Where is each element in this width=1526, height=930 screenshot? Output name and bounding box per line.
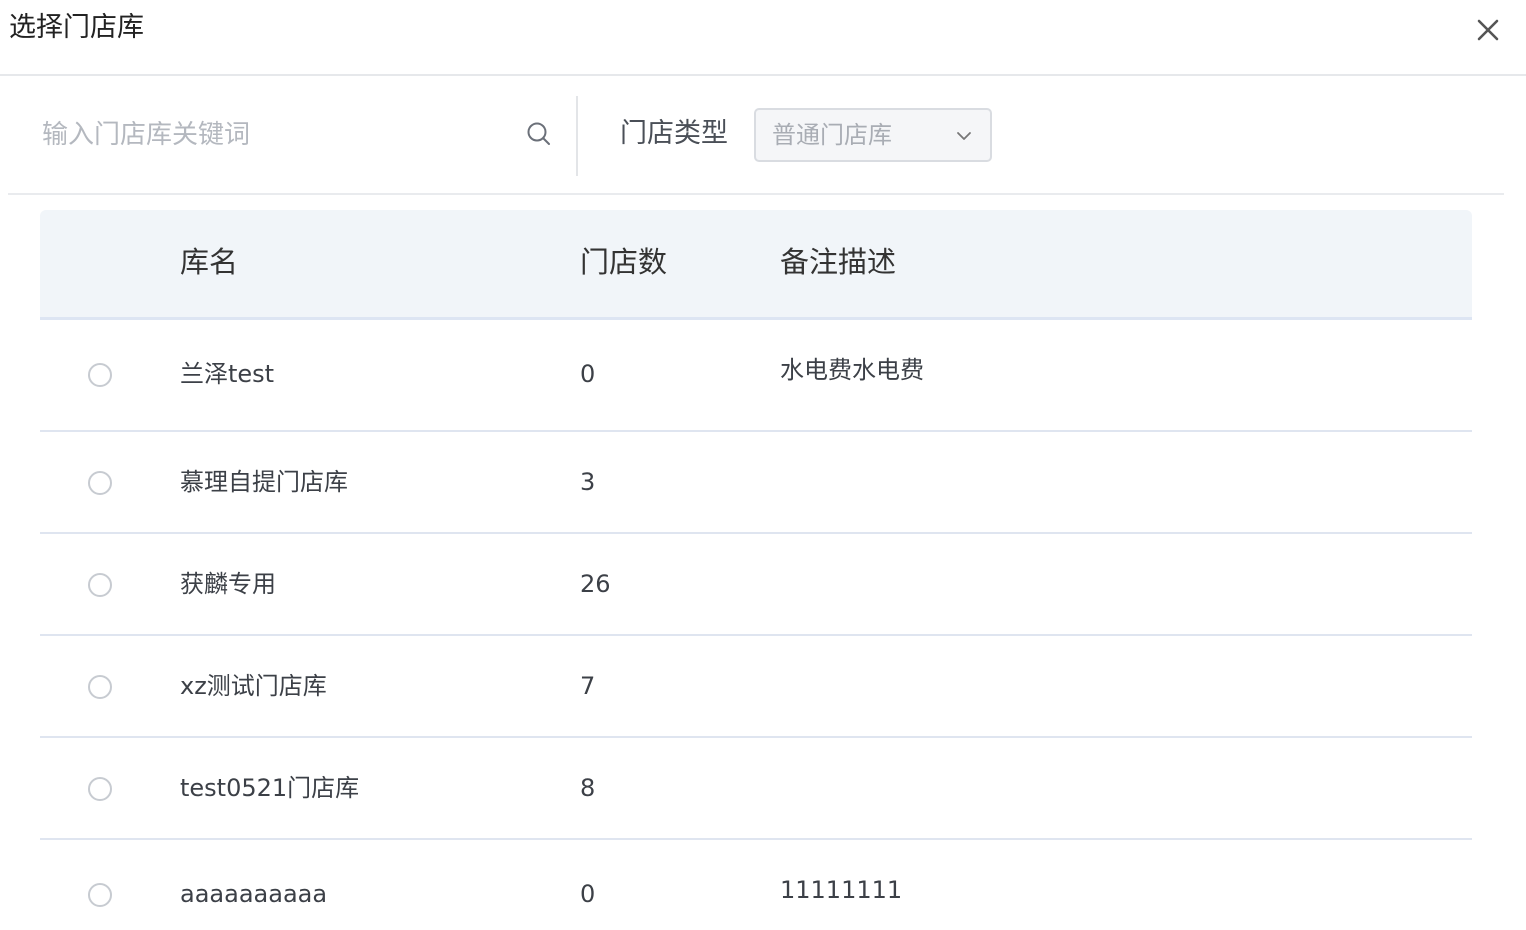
row-count: 26 <box>580 570 611 598</box>
row-desc: 水电费水电费 <box>780 356 924 384</box>
store-type-select[interactable]: 普通门店库 <box>754 108 992 162</box>
table-row[interactable]: test0521门店库 8 <box>40 738 1472 840</box>
search-input[interactable] <box>40 106 524 164</box>
dialog-title: 选择门店库 <box>9 12 144 43</box>
close-icon[interactable] <box>1470 12 1506 48</box>
table-row[interactable]: 获麟专用 26 <box>40 534 1472 636</box>
table-row[interactable]: 兰泽test 0 水电费水电费 <box>40 320 1472 432</box>
row-name: aaaaaaaaaa <box>180 880 328 908</box>
row-count: 0 <box>580 360 596 388</box>
row-name: 兰泽test <box>180 360 275 388</box>
table-row[interactable]: aaaaaaaaaa 0 11111111 <box>40 840 1472 930</box>
column-header-name: 库名 <box>180 245 239 279</box>
row-name: 获麟专用 <box>180 570 276 598</box>
row-name: 慕理自提门店库 <box>180 468 348 496</box>
dialog-header: 选择门店库 <box>0 0 1526 76</box>
row-count: 7 <box>580 672 596 700</box>
table-row[interactable]: 慕理自提门店库 3 <box>40 432 1472 534</box>
column-header-count: 门店数 <box>580 245 668 279</box>
row-desc: 11111111 <box>780 876 903 904</box>
row-radio[interactable] <box>88 777 112 801</box>
filter-bar: 门店类型 普通门店库 <box>8 78 1504 195</box>
store-type-value: 普通门店库 <box>772 121 892 149</box>
chevron-down-icon <box>957 132 971 140</box>
table-header: 库名 门店数 备注描述 <box>40 210 1472 320</box>
row-radio[interactable] <box>88 675 112 699</box>
store-type-label: 门店类型 <box>620 118 728 149</box>
row-count: 3 <box>580 468 596 496</box>
column-header-desc: 备注描述 <box>780 245 897 279</box>
close-button[interactable] <box>1470 12 1506 48</box>
row-radio[interactable] <box>88 471 112 495</box>
row-radio[interactable] <box>88 573 112 597</box>
row-name: test0521门店库 <box>180 774 360 802</box>
table-row[interactable]: xz测试门店库 7 <box>40 636 1472 738</box>
row-radio[interactable] <box>88 883 112 907</box>
search-icon[interactable] <box>526 121 552 147</box>
row-name: xz测试门店库 <box>180 672 327 700</box>
row-count: 0 <box>580 880 596 908</box>
row-count: 8 <box>580 774 596 802</box>
filter-divider <box>576 96 578 176</box>
row-radio[interactable] <box>88 363 112 387</box>
